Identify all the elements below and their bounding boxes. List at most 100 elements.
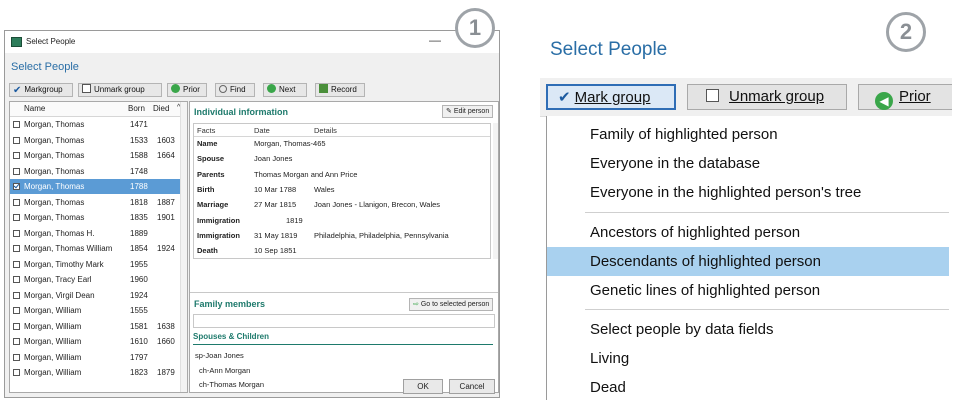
menu-item[interactable]: Ancestors of highlighted person: [547, 218, 949, 247]
menu-item[interactable]: Living: [547, 344, 949, 373]
row-checkbox[interactable]: [13, 338, 20, 345]
menu-item-label: Dead: [590, 379, 626, 396]
person-born: 1588: [130, 151, 148, 160]
fact-row[interactable]: Name Morgan, Thomas-465: [194, 139, 484, 154]
person-name: Morgan, William: [24, 337, 82, 346]
person-name: Morgan, William: [24, 368, 82, 377]
mark-group-button[interactable]: ✔ Markgroup: [9, 83, 73, 97]
menu-item[interactable]: Select people by data fields: [547, 315, 949, 344]
row-checkbox[interactable]: [13, 121, 20, 128]
row-checkbox[interactable]: [13, 214, 20, 221]
menu-item[interactable]: Everyone in the database: [547, 149, 949, 178]
minimize-button[interactable]: —: [429, 33, 441, 47]
menu-item[interactable]: Genetic lines of highlighted person: [547, 276, 949, 305]
list-item[interactable]: Morgan, Thomas 1748: [10, 164, 182, 179]
checkbox-icon: [706, 89, 719, 102]
menu-item[interactable]: Family of highlighted person: [547, 120, 949, 149]
list-item[interactable]: Morgan, Thomas H. 1889: [10, 226, 182, 241]
column-facts: Facts: [197, 126, 216, 135]
row-checkbox[interactable]: [13, 245, 20, 252]
fact-row[interactable]: Parents Thomas Morgan and Ann Price: [194, 170, 484, 185]
list-item[interactable]: Morgan, Thomas 1471: [10, 117, 182, 132]
row-checkbox[interactable]: [13, 167, 20, 175]
list-item[interactable]: Morgan, Thomas 1818 1887: [10, 195, 182, 210]
pencil-icon: ✎: [446, 108, 454, 115]
list-scrollbar[interactable]: [180, 102, 187, 392]
list-item[interactable]: Morgan, William 1823 1879: [10, 365, 182, 380]
column-name[interactable]: Name: [24, 104, 45, 113]
row-checkbox[interactable]: [13, 353, 20, 361]
zoom-prior-button[interactable]: ◀ Prior: [858, 84, 952, 110]
person-born: 1581: [130, 321, 148, 331]
list-item[interactable]: Morgan, Tracy Earl 1960: [10, 272, 182, 287]
list-item[interactable]: Morgan, Thomas William 1854 1924: [10, 241, 182, 256]
detail-pane: Individual information ✎ Edit person Fac…: [189, 101, 499, 393]
facts-scrollbar[interactable]: [493, 123, 498, 259]
column-born[interactable]: Born: [128, 104, 145, 113]
column-died[interactable]: Died: [153, 104, 169, 113]
fact-row[interactable]: Immigration 31 May 1819 Philadelphia, Phil…: [194, 231, 484, 246]
person-born: 1748: [130, 166, 148, 176]
person-born: 1823: [130, 368, 148, 377]
family-member[interactable]: ch-Thomas Morgan: [199, 380, 264, 389]
menu-item[interactable]: Descendants of highlighted person: [547, 247, 949, 276]
row-checkbox[interactable]: [13, 198, 20, 206]
app-icon: [11, 37, 22, 47]
list-item[interactable]: Morgan, William 1797: [10, 350, 182, 365]
list-item[interactable]: Morgan, Thomas 1835 1901: [10, 210, 182, 225]
next-button[interactable]: Next: [263, 83, 307, 97]
row-checkbox[interactable]: [13, 260, 20, 268]
person-name: Morgan, William: [24, 352, 82, 362]
list-item[interactable]: Morgan, Thomas 1788: [10, 179, 182, 194]
individual-info-title: Individual information: [194, 107, 288, 117]
fact-row[interactable]: Birth 10 Mar 1788 Wales: [194, 185, 484, 200]
row-checkbox[interactable]: [13, 136, 20, 144]
find-button[interactable]: Find: [215, 83, 255, 97]
person-died: 1638: [157, 321, 175, 331]
list-item[interactable]: Morgan, William 1555: [10, 303, 182, 318]
unmark-group-button[interactable]: Unmark group: [78, 83, 162, 97]
row-checkbox[interactable]: [13, 291, 20, 299]
edit-person-button[interactable]: ✎ Edit person: [442, 105, 494, 118]
row-checkbox[interactable]: [13, 276, 20, 283]
ok-button[interactable]: OK: [403, 379, 443, 394]
menu-item[interactable]: Everyone in the highlighted person's tre…: [547, 178, 949, 207]
person-born: 1955: [130, 259, 148, 269]
list-item[interactable]: Morgan, Thomas 1533 1603: [10, 133, 182, 148]
menu-item[interactable]: Dead: [547, 373, 949, 402]
record-button[interactable]: Record: [315, 83, 365, 97]
row-checkbox[interactable]: [13, 307, 20, 314]
menu-item-label: Living: [590, 350, 630, 367]
cancel-button[interactable]: Cancel: [449, 379, 495, 394]
prior-label: Prior: [183, 85, 200, 94]
fact-row[interactable]: Immigration 1819: [194, 216, 484, 231]
family-member[interactable]: ch-Ann Morgan: [199, 366, 250, 375]
family-member[interactable]: sp-Joan Jones: [195, 351, 244, 360]
prior-button[interactable]: Prior: [167, 83, 207, 97]
family-filter-field[interactable]: [193, 314, 495, 328]
row-checkbox[interactable]: [13, 229, 20, 237]
person-name: Morgan, William: [24, 321, 82, 331]
list-item[interactable]: Morgan, Thomas 1588 1664: [10, 148, 182, 163]
row-checkbox[interactable]: [13, 369, 20, 376]
row-checkbox[interactable]: [13, 152, 20, 159]
fact-row[interactable]: Marriage 27 Mar 1815 Joan Jones - Llanigon…: [194, 200, 484, 215]
fact-row[interactable]: Death 10 Sep 1851: [194, 246, 484, 258]
list-item[interactable]: Morgan, Timothy Mark 1955: [10, 257, 182, 272]
zoom-mark-group-button[interactable]: ✔ Mark group: [546, 84, 676, 110]
list-item[interactable]: Morgan, Virgil Dean 1924: [10, 288, 182, 303]
list-item[interactable]: Morgan, William 1581 1638: [10, 319, 182, 334]
row-checkbox[interactable]: [13, 322, 20, 330]
fact-name: Name: [197, 139, 218, 148]
zoomed-mark-group-menu: Select People ✔ Mark group Unmark group ◀…: [540, 30, 953, 400]
mark-group-dropdown: Family of highlighted person Everyone in …: [546, 116, 953, 400]
row-checkbox[interactable]: [13, 183, 20, 190]
people-list[interactable]: Name Born Died ^ Morgan, Thomas 1471 Morga…: [9, 101, 188, 393]
go-to-selected-person-label: Go to selected person: [420, 301, 490, 308]
checkbox-icon: [82, 84, 91, 93]
person-name: Morgan, William: [24, 306, 82, 315]
zoom-unmark-group-button[interactable]: Unmark group: [687, 84, 847, 110]
go-to-selected-person-button[interactable]: ⇨ Go to selected person: [409, 298, 494, 311]
list-item[interactable]: Morgan, William 1610 1660: [10, 334, 182, 349]
fact-row[interactable]: Spouse Joan Jones: [194, 154, 484, 169]
